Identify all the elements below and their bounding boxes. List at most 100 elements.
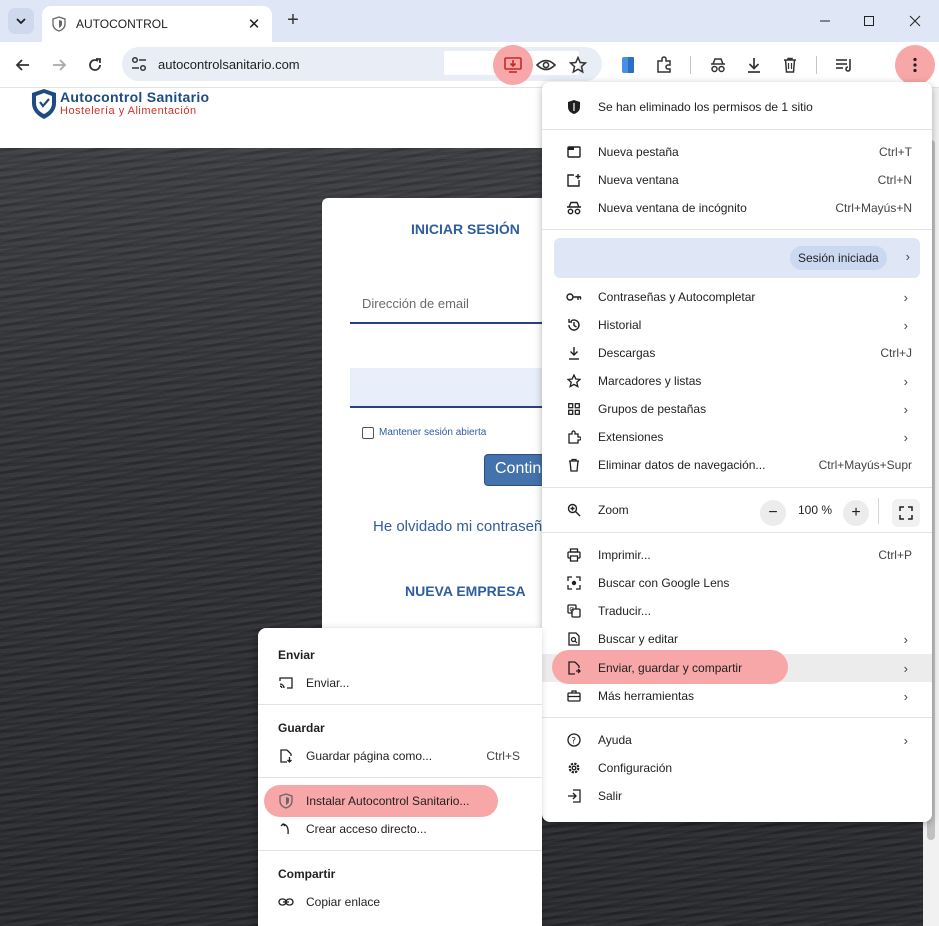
submenu-section-share: Compartir [278,867,336,881]
menu-item-label: Salir [598,789,623,803]
site-info-tune-icon[interactable] [130,55,148,73]
menu-item-google-lens[interactable]: Buscar con Google Lens [542,569,932,597]
download-icon[interactable] [742,53,766,77]
menu-item-translate[interactable]: G Traducir... [542,597,932,625]
fullscreen-icon[interactable] [892,499,920,527]
maximize-icon[interactable] [858,10,880,32]
grid-icon [566,401,582,417]
menu-item-exit[interactable]: Salir [542,782,932,810]
menu-divider [542,717,932,718]
chevron-right-icon: › [903,373,908,389]
menu-item-label: Grupos de pestañas [598,402,707,416]
email-field[interactable]: Dirección de email [350,290,562,324]
menu-item-shortcut: Ctrl+T [879,145,912,159]
forgot-password-link[interactable]: He olvidado mi contraseñ [373,518,542,535]
extension-blue-icon[interactable] [616,53,640,77]
menu-item-profile-session[interactable]: Sesión iniciada › [554,238,920,278]
menu-item-permissions-notice[interactable]: Se han eliminado los permisos de 1 sitio [542,93,932,121]
menu-item-find-edit[interactable]: Buscar y editar › [542,625,932,653]
bookmark-star-icon[interactable] [566,53,590,77]
menu-item-clear-data[interactable]: Eliminar datos de navegación... Ctrl+May… [542,451,932,479]
translate-icon: G [566,603,582,619]
submenu-item-shortcut: Ctrl+S [486,749,520,763]
submenu-section-save: Guardar [278,721,325,735]
help-icon: ? [566,732,582,748]
password-field[interactable] [350,368,562,408]
close-window-icon[interactable] [904,10,926,32]
keep-session-label: Mantener sesión abierta [379,427,487,438]
send-save-share-submenu: Enviar Enviar... Guardar Guardar página … [258,628,542,926]
menu-item-settings[interactable]: Configuración [542,754,932,782]
toolbox-icon [566,688,582,704]
login-title: INICIAR SESIÓN [411,221,520,237]
submenu-section-send: Enviar [278,648,315,662]
install-app-icon[interactable] [501,53,525,77]
puzzle-icon [566,429,582,445]
menu-item-bookmarks[interactable]: Marcadores y listas › [542,367,932,395]
submenu-item-create-shortcut[interactable]: Crear acceso directo... [258,815,542,843]
shield-app-icon [278,793,294,809]
eye-icon[interactable] [534,53,558,77]
menu-item-passwords[interactable]: Contraseñas y Autocompletar › [542,283,932,311]
submenu-item-save-page[interactable]: Guardar página como... Ctrl+S [258,742,542,770]
incognito-icon[interactable] [706,53,730,77]
url-text: autocontrolsanitario.com [158,57,300,72]
new-tab-plus-icon[interactable]: + [282,10,304,32]
shield-icon [566,99,582,115]
tab-close-icon[interactable]: ✕ [246,16,262,33]
menu-item-incognito[interactable]: Nueva ventana de incógnito Ctrl+Mayús+N [542,194,932,222]
chevron-right-icon: › [903,631,908,647]
tab-search-button[interactable] [8,8,34,34]
zoom-magnifier-icon [566,502,582,518]
submenu-item-install-app[interactable]: Instalar Autocontrol Sanitario... [258,787,542,815]
submenu-divider [258,777,542,778]
menu-item-label: Imprimir... [598,548,651,562]
trash-icon[interactable] [778,53,802,77]
menu-divider [542,229,932,230]
keep-session-checkbox[interactable] [362,427,374,439]
menu-item-downloads[interactable]: Descargas Ctrl+J [542,339,932,367]
menu-item-new-tab[interactable]: Nueva pestaña Ctrl+T [542,138,932,166]
menu-item-label: Contraseñas y Autocompletar [598,290,756,304]
menu-item-print[interactable]: Imprimir... Ctrl+P [542,541,932,569]
menu-item-history[interactable]: Historial › [542,311,932,339]
svg-text:?: ? [571,737,576,747]
minimize-icon[interactable] [814,10,836,32]
reload-icon[interactable] [83,53,107,77]
menu-item-extensions[interactable]: Extensiones › [542,423,932,451]
back-arrow-icon[interactable] [11,53,35,77]
save-page-icon [278,748,294,764]
zoom-out-button[interactable]: − [760,500,786,526]
toolbar-separator [690,56,691,74]
menu-item-label: Buscar con Google Lens [598,576,730,590]
forward-arrow-icon[interactable] [47,53,71,77]
zoom-in-button[interactable]: + [843,500,869,526]
menu-item-label: Configuración [598,761,673,775]
active-tab[interactable]: AUTOCONTROL ✕ [42,6,272,42]
menu-item-help[interactable]: ? Ayuda › [542,726,932,754]
more-menu-kebab-icon[interactable] [903,53,927,77]
menu-item-label: Zoom [598,503,629,517]
submenu-item-copy-link[interactable]: Copiar enlace [258,888,542,916]
menu-item-new-window[interactable]: Nueva ventana Ctrl+N [542,166,932,194]
menu-item-more-tools[interactable]: Más herramientas › [542,682,932,710]
menu-item-shortcut: Ctrl+J [880,346,912,360]
menu-item-send-save-share[interactable]: Enviar, guardar y compartir › [542,654,932,682]
submenu-item-label: Guardar página como... [306,749,433,763]
menu-item-label: Ayuda [598,733,632,747]
zoom-divider [878,498,879,524]
share-page-icon [566,660,582,676]
login-card: INICIAR SESIÓN Dirección de email Manten… [322,198,562,628]
cast-icon [278,675,294,691]
submenu-item-cast[interactable]: Enviar... [258,669,542,697]
chevron-right-icon: › [903,401,908,417]
menu-divider [542,532,932,533]
new-window-icon [566,172,582,188]
menu-item-tab-groups[interactable]: Grupos de pestañas › [542,395,932,423]
menu-item-label: Descargas [598,346,656,360]
new-company-link[interactable]: NUEVA EMPRESA [405,583,526,599]
history-icon [566,317,582,333]
toolbar-separator [816,56,817,74]
extensions-puzzle-icon[interactable] [652,53,676,77]
reading-list-icon[interactable] [832,53,856,77]
